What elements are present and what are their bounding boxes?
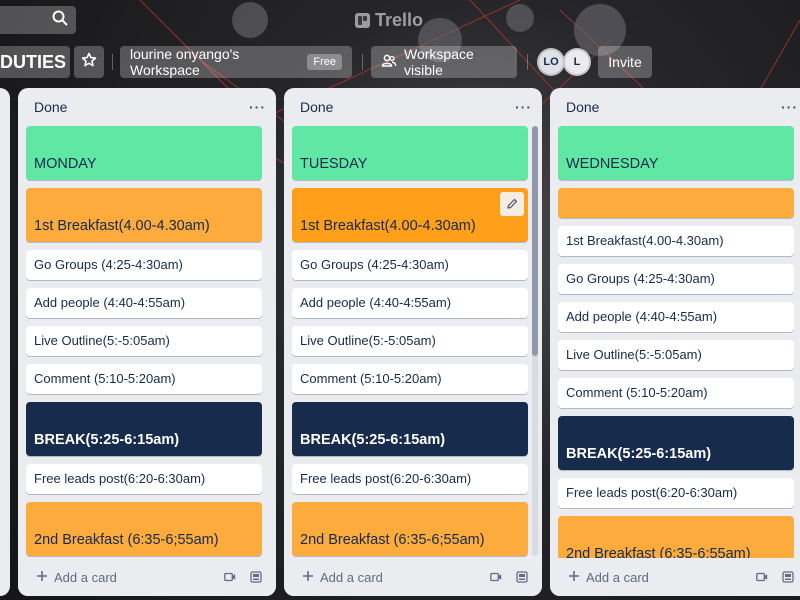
divider [362,54,363,70]
add-card-button[interactable]: Add a card [568,570,744,585]
card[interactable]: BREAK(5:25-6:15am) [26,402,262,456]
card[interactable]: WEDNESDAY [558,126,794,180]
plus-icon [302,570,314,585]
list-partial-left [0,88,10,596]
invite-button[interactable]: Invite [598,46,652,78]
card-hovered[interactable]: 1st Breakfast(4.00-4.30am) [292,188,528,242]
card[interactable] [558,188,794,218]
board-title[interactable]: DUTIES [0,46,70,78]
card[interactable]: Live Outline(5:-5:05am) [558,340,794,370]
card[interactable]: MONDAY [26,126,262,180]
list-footer: Add a card [18,558,276,596]
card[interactable]: BREAK(5:25-6:15am) [292,402,528,456]
card[interactable]: Go Groups (4:25-4:30am) [558,264,794,294]
card[interactable]: Live Outline(5:-5:05am) [292,326,528,356]
add-card-label: Add a card [320,569,383,585]
card[interactable]: 2nd Breakfast (6:35-6;55am) [292,502,528,556]
card-text: 1st Breakfast(4.00-4.30am) [300,218,476,234]
card[interactable]: Live Outline(5:-5:05am) [26,326,262,356]
list-monday: Done ··· MONDAY 1st Breakfast(4.00-4.30a… [18,88,276,596]
list-title[interactable]: Done [34,99,67,115]
list-title[interactable]: Done [300,99,333,115]
workspace-button[interactable]: lourine onyango's Workspace Free [120,46,352,78]
star-icon [81,52,97,73]
list-footer: Add a card [550,558,800,596]
list-menu-button[interactable]: ··· [515,99,532,115]
scrollbar-thumb[interactable] [532,126,538,356]
card[interactable]: Go Groups (4:25-4:30am) [26,250,262,280]
list-tuesday: Done ··· TUESDAY 1st Breakfast(4.00-4.30… [284,88,542,596]
card-list: TUESDAY 1st Breakfast(4.00-4.30am) Go Gr… [292,126,528,564]
card-list: WEDNESDAY 1st Breakfast(4.00-4.30am) Go … [558,126,794,578]
card[interactable]: Comment (5:10-5:20am) [26,364,262,394]
template-icon[interactable] [514,569,530,585]
board-header: DUTIES lourine onyango's Workspace Free … [0,44,800,78]
divider [527,54,528,70]
star-board-button[interactable] [74,46,104,78]
workspace-name: lourine onyango's Workspace [130,46,240,78]
list-wednesday: Done ··· WEDNESDAY 1st Breakfast(4.00-4.… [550,88,800,596]
list-header[interactable]: Done ··· [284,88,542,126]
top-navbar: Trello [0,0,800,40]
card[interactable]: TUESDAY [292,126,528,180]
card[interactable]: Add people (4:40-4:55am) [26,288,262,318]
avatar[interactable]: LO [537,48,565,76]
card[interactable]: 1st Breakfast(4.00-4.30am) [558,226,794,256]
template-icon[interactable] [248,569,264,585]
card[interactable]: Free leads post(6:20-6:30am) [558,478,794,508]
card[interactable]: 1st Breakfast(4.00-4.30am) [26,188,262,242]
visibility-label: Workspace visible [404,46,474,78]
card[interactable]: Free leads post(6:20-6:30am) [292,464,528,494]
card[interactable]: Comment (5:10-5:20am) [558,378,794,408]
trello-logo-icon [355,12,370,28]
avatar[interactable]: L [563,48,591,76]
camera-icon[interactable] [754,569,770,585]
list-title[interactable]: Done [566,99,599,115]
plus-icon [36,570,48,585]
people-icon [381,53,397,72]
plan-badge: Free [307,54,342,70]
template-icon[interactable] [780,569,796,585]
card[interactable]: Add people (4:40-4:55am) [558,302,794,332]
add-card-button[interactable]: Add a card [36,570,212,585]
add-card-label: Add a card [586,569,649,585]
logo-text: Trello [375,9,424,30]
pencil-icon[interactable] [500,192,524,216]
camera-icon[interactable] [488,569,504,585]
member-avatars: LO L [537,48,591,76]
camera-icon[interactable] [222,569,238,585]
add-card-button[interactable]: Add a card [302,570,478,585]
search-button[interactable] [0,6,76,34]
card[interactable]: BREAK(5:25-6:15am) [558,416,794,470]
search-icon [52,10,68,31]
card-list: MONDAY 1st Breakfast(4.00-4.30am) Go Gro… [26,126,262,564]
card[interactable]: 2nd Breakfast (6:35-6;55am) [26,502,262,556]
plus-icon [568,570,580,585]
add-card-label: Add a card [54,569,117,585]
card[interactable]: Go Groups (4:25-4:30am) [292,250,528,280]
list-menu-button[interactable]: ··· [781,99,798,115]
divider [112,54,113,70]
list-footer: Add a card [284,558,542,596]
list-menu-button[interactable]: ··· [249,99,266,115]
card[interactable]: Free leads post(6:20-6:30am) [26,464,262,494]
list-header[interactable]: Done ··· [550,88,800,126]
list-scrollbar[interactable] [532,126,538,556]
trello-logo[interactable]: Trello [355,9,423,31]
card[interactable]: Comment (5:10-5:20am) [292,364,528,394]
visibility-button[interactable]: Workspace visible [371,46,517,78]
card[interactable]: Add people (4:40-4:55am) [292,288,528,318]
list-header[interactable]: Done ··· [18,88,276,126]
